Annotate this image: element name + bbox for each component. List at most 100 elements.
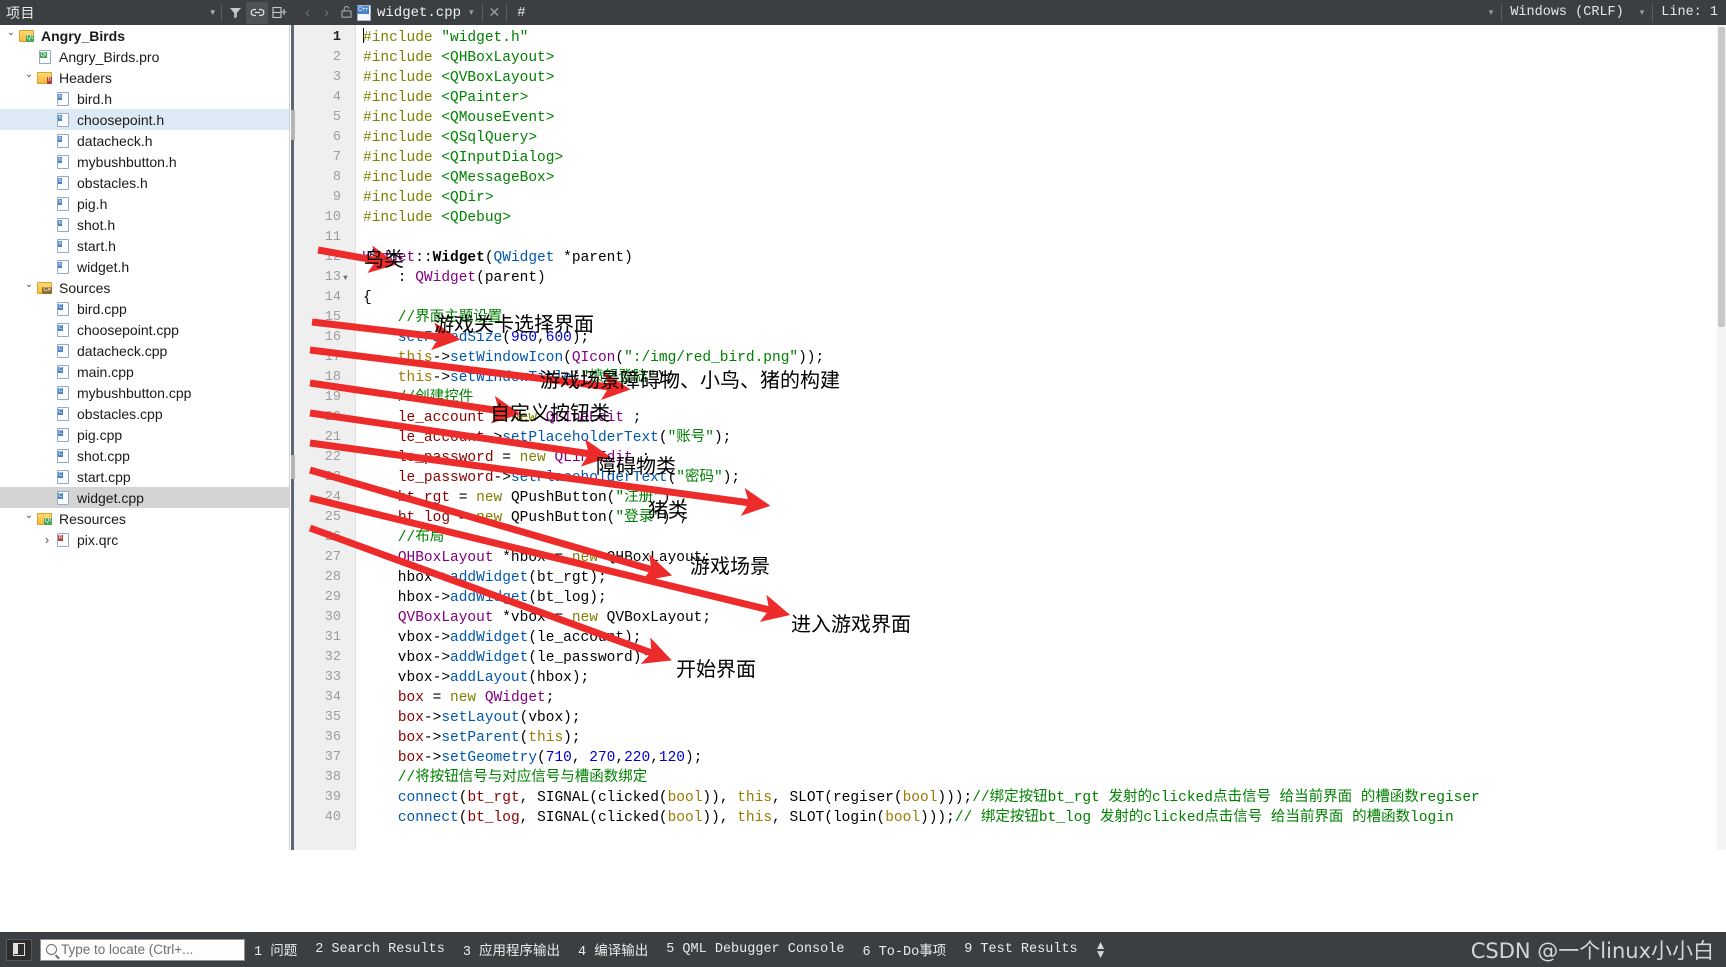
code-line[interactable]: 14 { xyxy=(291,288,1726,308)
tree-item-widget-cpp[interactable]: Cwidget.cpp xyxy=(0,487,289,508)
code-line[interactable]: 12 Widget::Widget(QWidget *parent) xyxy=(291,248,1726,268)
line-ending-selector[interactable]: Windows (CRLF) xyxy=(1502,5,1631,20)
tree-item-mybushbutton-cpp[interactable]: Cmybushbutton.cpp xyxy=(0,382,289,403)
filter-icon[interactable] xyxy=(224,2,246,24)
code-line[interactable]: 18 this->setWindowTitle("愤怒登陆"); xyxy=(291,368,1726,388)
code-line[interactable]: 40 connect(bt_log, SIGNAL(clicked(bool))… xyxy=(291,808,1726,828)
tree-item-mybushbutton-h[interactable]: h mybushbutton.h xyxy=(0,151,289,172)
chevron-down-icon[interactable]: ▾ xyxy=(206,7,219,18)
tree-item-start-cpp[interactable]: Cstart.cpp xyxy=(0,466,289,487)
tree-item-shot-cpp[interactable]: Cshot.cpp xyxy=(0,445,289,466)
tree-item-resources[interactable]: Qt Resources xyxy=(0,508,289,529)
editor-vertical-scrollbar[interactable] xyxy=(1717,25,1726,850)
code-line[interactable]: 11 xyxy=(291,228,1726,248)
tree-item-datacheck-h[interactable]: h datacheck.h xyxy=(0,130,289,151)
output-pane-button[interactable]: 5 QML Debugger Console xyxy=(657,942,853,957)
code-line[interactable]: 31 vbox->addWidget(le_account); xyxy=(291,628,1726,648)
tree-item-bird-cpp[interactable]: Cbird.cpp xyxy=(0,298,289,319)
code-editor[interactable]: 1 #include "widget.h" 2 #include <QHBoxLayo… xyxy=(291,25,1726,850)
tree-item-pig-h[interactable]: h pig.h xyxy=(0,193,289,214)
code-line[interactable]: 23 le_password->setPlaceholderText("密码")… xyxy=(291,468,1726,488)
code-line[interactable]: 28 hbox->addWidget(bt_rgt); xyxy=(291,568,1726,588)
up-down-arrows-icon[interactable]: ▲ ▼ xyxy=(1087,939,1115,960)
line-indicator[interactable]: Line: 1 xyxy=(1653,5,1726,20)
tree-item-angry-birds-pro[interactable]: Qt Angry_Birds.pro xyxy=(0,46,289,67)
code-line[interactable]: 15 //界面主题设置 xyxy=(291,308,1726,328)
code-line[interactable]: 22 le_password = new QLineEdit ; xyxy=(291,448,1726,468)
output-pane-button[interactable]: 9 Test Results xyxy=(955,942,1086,957)
scrollbar-thumb[interactable] xyxy=(1718,27,1725,327)
code-line[interactable]: 26 //布局 xyxy=(291,528,1726,548)
unlocked-icon[interactable] xyxy=(336,5,357,21)
chevron-down-icon[interactable]: ▾ xyxy=(461,7,482,18)
code-line[interactable]: 35 box->setLayout(vbox); xyxy=(291,708,1726,728)
tree-item-angry-birds[interactable]: Qt Angry_Birds xyxy=(0,25,289,46)
chevron-down-icon[interactable] xyxy=(22,72,36,83)
tree-item-obstacles-h[interactable]: h obstacles.h xyxy=(0,172,289,193)
code-line[interactable]: 29 hbox->addWidget(bt_log); xyxy=(291,588,1726,608)
tree-item-sources[interactable]: C# Sources xyxy=(0,277,289,298)
chevron-down-icon[interactable]: ▾ xyxy=(1481,7,1502,18)
code-line[interactable]: 9 #include <QDir> xyxy=(291,188,1726,208)
code-line[interactable]: 21 le_account->setPlaceholderText("账号"); xyxy=(291,428,1726,448)
tree-item-widget-h[interactable]: h widget.h xyxy=(0,256,289,277)
close-icon[interactable]: ✕ xyxy=(483,4,507,21)
tree-item-bird-h[interactable]: h bird.h xyxy=(0,88,289,109)
fold-marker-icon[interactable]: ▼ xyxy=(343,269,348,289)
output-pane-button[interactable]: 4 编译输出 xyxy=(569,939,657,960)
code-line[interactable]: 24 bt_rgt = new QPushButton("注册") ; xyxy=(291,488,1726,508)
output-pane-button[interactable]: 1 问题 xyxy=(245,939,306,960)
tree-item-pig-cpp[interactable]: Cpig.cpp xyxy=(0,424,289,445)
code-line[interactable]: 25 bt_log = new QPushButton("登录") ; xyxy=(291,508,1726,528)
code-line[interactable]: 33 vbox->addLayout(hbox); xyxy=(291,668,1726,688)
code-line[interactable]: 39 connect(bt_rgt, SIGNAL(clicked(bool))… xyxy=(291,788,1726,808)
code-line[interactable]: 27 QHBoxLayout *hbox = new QHBoxLayout; xyxy=(291,548,1726,568)
locate-input[interactable]: Type to locate (Ctrl+... xyxy=(40,938,245,961)
tree-item-choosepoint-cpp[interactable]: Cchoosepoint.cpp xyxy=(0,319,289,340)
chevron-right-icon[interactable] xyxy=(40,532,54,547)
code-line[interactable]: 3 #include <QVBoxLayout> xyxy=(291,68,1726,88)
code-line[interactable]: 10 #include <QDebug> xyxy=(291,208,1726,228)
code-line[interactable]: 2 #include <QHBoxLayout> xyxy=(291,48,1726,68)
tree-item-datacheck-cpp[interactable]: Cdatacheck.cpp xyxy=(0,340,289,361)
code-line[interactable]: 32 vbox->addWidget(le_password); xyxy=(291,648,1726,668)
code-line[interactable]: 34 box = new QWidget; xyxy=(291,688,1726,708)
chevron-down-icon[interactable]: ▾ xyxy=(1632,7,1653,18)
code-line[interactable]: 19 //创建控件 xyxy=(291,388,1726,408)
tree-item-main-cpp[interactable]: Cmain.cpp xyxy=(0,361,289,382)
output-pane-button[interactable]: 6 To-Do事项 xyxy=(853,939,955,960)
chevron-down-icon[interactable] xyxy=(22,513,36,524)
code-line[interactable]: 5 #include <QMouseEvent> xyxy=(291,108,1726,128)
chevron-down-icon[interactable] xyxy=(22,282,36,293)
code-content[interactable]: 1 #include "widget.h" 2 #include <QHBoxLayo… xyxy=(291,28,1726,828)
link-icon[interactable] xyxy=(246,1,268,24)
output-pane-button[interactable]: 2 Search Results xyxy=(306,942,454,957)
tree-item-shot-h[interactable]: h shot.h xyxy=(0,214,289,235)
split-editor-icon[interactable] xyxy=(268,2,290,24)
code-line[interactable]: 1 #include "widget.h" xyxy=(291,28,1726,48)
code-line[interactable]: 17 this->setWindowIcon(QIcon(":/img/red_… xyxy=(291,348,1726,368)
code-line[interactable]: 7 #include <QInputDialog> xyxy=(291,148,1726,168)
tree-item-pix-qrc[interactable]: Rpix.qrc xyxy=(0,529,289,550)
project-tree[interactable]: QtAngry_BirdsQtAngry_Birds.prohHeadershb… xyxy=(0,25,290,850)
chevron-down-icon[interactable] xyxy=(4,30,18,41)
symbol-selector[interactable]: # xyxy=(507,5,525,21)
code-line[interactable]: 8 #include <QMessageBox> xyxy=(291,168,1726,188)
back-arrow-icon[interactable]: ‹ xyxy=(298,4,317,21)
sidebar-toggle-icon[interactable] xyxy=(6,938,32,961)
tree-item-start-h[interactable]: h start.h xyxy=(0,235,289,256)
tree-item-obstacles-cpp[interactable]: Cobstacles.cpp xyxy=(0,403,289,424)
open-file-name[interactable]: widget.cpp xyxy=(377,5,461,21)
code-line[interactable]: 30 QVBoxLayout *vbox = new QVBoxLayout; xyxy=(291,608,1726,628)
code-line[interactable]: 13 ▼ : QWidget(parent) xyxy=(291,268,1726,288)
forward-arrow-icon[interactable]: › xyxy=(317,4,336,21)
code-line[interactable]: 16 setFixedSize(960,600); xyxy=(291,328,1726,348)
output-pane-button[interactable]: 3 应用程序输出 xyxy=(454,939,569,960)
code-line[interactable]: 38 //将按钮信号与对应信号与槽函数绑定 xyxy=(291,768,1726,788)
tree-item-choosepoint-h[interactable]: h choosepoint.h xyxy=(0,109,289,130)
code-line[interactable]: 20 le_account = new QLineEdit ; xyxy=(291,408,1726,428)
tree-item-headers[interactable]: h Headers xyxy=(0,67,289,88)
code-line[interactable]: 36 box->setParent(this); xyxy=(291,728,1726,748)
code-line[interactable]: 4 #include <QPainter> xyxy=(291,88,1726,108)
code-line[interactable]: 37 box->setGeometry(710, 270,220,120); xyxy=(291,748,1726,768)
